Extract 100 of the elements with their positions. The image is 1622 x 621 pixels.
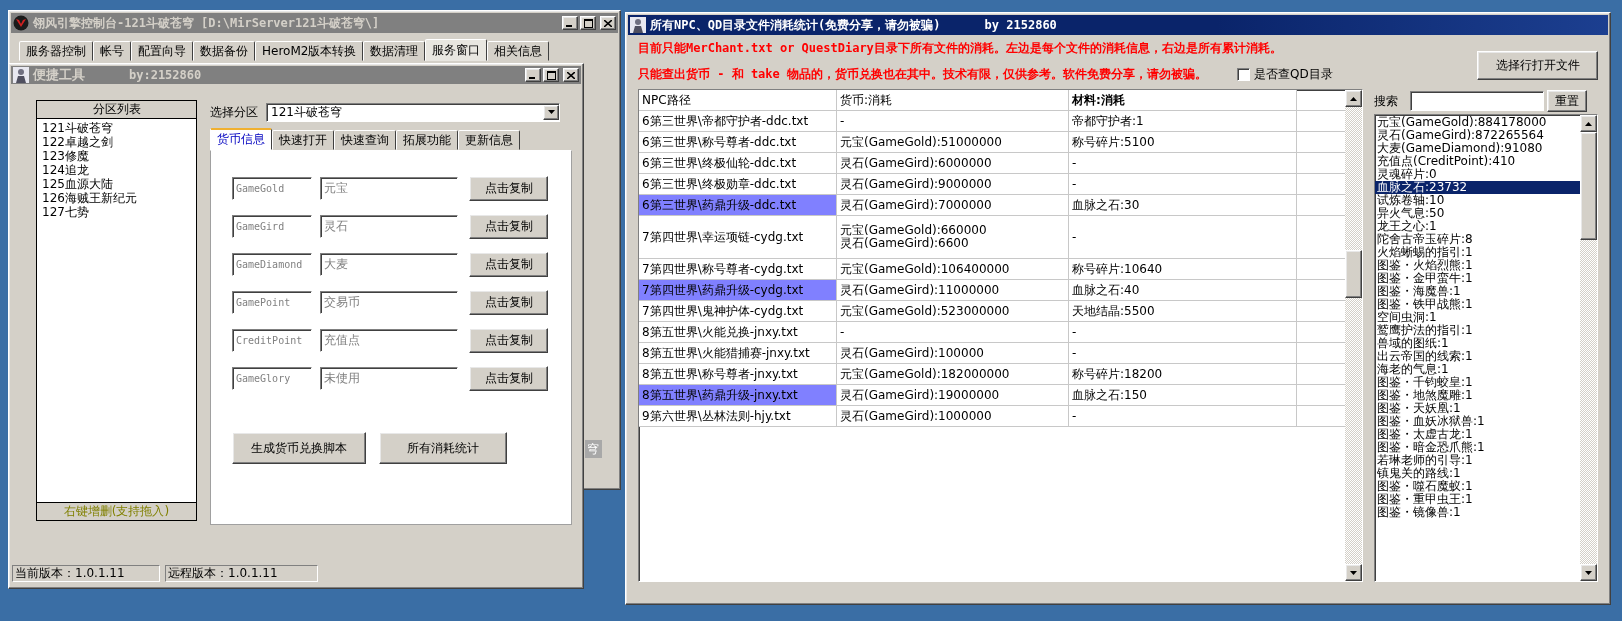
maximize-button[interactable] [543, 68, 559, 82]
table-cell[interactable]: 6第三世界\称号尊者-ddc.txt [639, 132, 837, 153]
list-item[interactable]: 空间虫洞:1 [1375, 311, 1580, 324]
tab[interactable]: 拓展功能 [396, 130, 458, 150]
minimize-button[interactable] [525, 68, 541, 82]
name-field[interactable]: 充值点 [320, 329, 458, 352]
close-button[interactable] [600, 16, 616, 30]
list-item[interactable]: 元宝(GameGold):884178000 [1375, 116, 1580, 129]
minimize-button[interactable] [562, 16, 578, 30]
table-cell[interactable]: 8第五世界\火能兑换-jnxy.txt [639, 322, 837, 343]
tab[interactable]: HeroM2版本转换 [255, 41, 364, 61]
table-cell[interactable]: 6第三世界\终极仙轮-ddc.txt [639, 153, 837, 174]
copy-button[interactable]: 点击复制 [469, 290, 548, 315]
scrollbar[interactable] [1580, 115, 1597, 581]
key-field[interactable]: GameGlory [232, 367, 312, 390]
scrollbar[interactable] [1345, 90, 1362, 581]
list-item[interactable]: 图鉴・铁甲战熊:1 [1375, 298, 1580, 311]
list-item[interactable]: 若琳老师的引导:1 [1375, 454, 1580, 467]
scroll-up-button[interactable] [1345, 90, 1362, 107]
list-item[interactable]: 123修魔 [42, 149, 191, 163]
checkbox[interactable] [1237, 67, 1251, 81]
reset-button[interactable]: 重置 [1547, 90, 1587, 112]
list-item[interactable]: 127七势 [42, 205, 191, 219]
open-file-button[interactable]: 选择行打开文件 [1477, 51, 1598, 80]
list-item[interactable]: 124追龙 [42, 163, 191, 177]
list-item[interactable]: 陀舍古帝玉碎片:8 [1375, 233, 1580, 246]
table-cell[interactable]: 6第三世界\终极勋章-ddc.txt [639, 174, 837, 195]
scroll-thumb[interactable] [1345, 250, 1362, 298]
close-button[interactable] [563, 68, 579, 82]
maximize-button[interactable] [580, 16, 596, 30]
search-field[interactable] [1410, 91, 1544, 111]
tab[interactable]: 快速打开 [272, 130, 334, 150]
key-field[interactable]: GamePoint [232, 291, 312, 314]
table-cell[interactable]: 8第五世界\称号尊者-jnxy.txt [639, 364, 837, 385]
list-item[interactable]: 图鉴・镜像兽:1 [1375, 506, 1580, 519]
header-cell[interactable]: 货币:消耗 [837, 90, 1069, 111]
tab[interactable]: 帐号 [93, 41, 131, 61]
list-item[interactable]: 图鉴・天妖凰:1 [1375, 402, 1580, 415]
action-button[interactable]: 生成货币兑换脚本 [232, 432, 366, 464]
list-item[interactable]: 试炼卷轴:10 [1375, 194, 1580, 207]
scroll-down-button[interactable] [1580, 564, 1597, 581]
action-button[interactable]: 所有消耗统计 [379, 432, 507, 464]
copy-button[interactable]: 点击复制 [469, 366, 548, 391]
list-item[interactable]: 图鉴・地煞魔雕:1 [1375, 389, 1580, 402]
tab[interactable]: 数据清理 [363, 41, 426, 61]
list-item[interactable]: 125血源大陆 [42, 177, 191, 191]
tab[interactable]: 相关信息 [487, 41, 550, 61]
table-cell[interactable]: 7第四世界\幸运项链-cydg.txt [639, 216, 837, 259]
name-field[interactable]: 未使用 [320, 367, 458, 390]
header-cell[interactable]: 材料:消耗 [1069, 90, 1297, 111]
scroll-thumb[interactable] [1580, 132, 1597, 240]
copy-button[interactable]: 点击复制 [469, 176, 548, 201]
tab[interactable]: 快速查询 [334, 130, 396, 150]
list-item[interactable]: 图鉴・血妖冰狱兽:1 [1375, 415, 1580, 428]
key-field[interactable]: GameGird [232, 215, 312, 238]
table-cell[interactable]: 6第三世界\药鼎升级-ddc.txt [639, 195, 837, 216]
key-field[interactable]: GameDiamond [232, 253, 312, 276]
table-cell[interactable]: 8第五世界\药鼎升级-jnxy.txt [639, 385, 837, 406]
list-item[interactable]: 出云帝国的线索:1 [1375, 350, 1580, 363]
list-item[interactable]: 图鉴・千钧蛟皇:1 [1375, 376, 1580, 389]
list-item[interactable]: 图鉴・火焰烈熊:1 [1375, 259, 1580, 272]
list-item[interactable]: 图鉴・太虚古龙:1 [1375, 428, 1580, 441]
list-item[interactable]: 图鉴・噬石魔蚁:1 [1375, 480, 1580, 493]
tab[interactable]: 更新信息 [458, 130, 520, 150]
list-item[interactable]: 血脉之石:23732 [1375, 181, 1580, 194]
scroll-down-button[interactable] [1345, 564, 1362, 581]
list-item[interactable]: 鹫鹰护法的指引:1 [1375, 324, 1580, 337]
table-cell[interactable]: 7第四世界\药鼎升级-cydg.txt [639, 280, 837, 301]
table-cell[interactable]: 7第四世界\鬼神护体-cydg.txt [639, 301, 837, 322]
tab[interactable]: 服务窗口 [425, 39, 488, 61]
tab[interactable]: 配置向导 [131, 41, 193, 61]
table-cell[interactable]: 7第四世界\称号尊者-cydg.txt [639, 259, 837, 280]
table-cell[interactable]: 6第三世界\帝都守护者-ddc.txt [639, 111, 837, 132]
scroll-up-button[interactable] [1580, 115, 1597, 132]
tab[interactable]: 服务器控制 [19, 41, 93, 61]
header-cell[interactable]: NPC路径 [639, 90, 837, 111]
list-item[interactable]: 海老的气息:1 [1375, 363, 1580, 376]
name-field[interactable]: 大麦 [320, 253, 458, 276]
copy-button[interactable]: 点击复制 [469, 214, 548, 239]
list-item[interactable]: 灵魂碎片:0 [1375, 168, 1580, 181]
tab[interactable]: 货币信息 [210, 128, 272, 150]
table-cell[interactable]: 8第五世界\火能猎捕赛-jnxy.txt [639, 343, 837, 364]
tab[interactable]: 数据备份 [193, 41, 255, 61]
list-item[interactable]: 122卓越之剑 [42, 135, 191, 149]
key-field[interactable]: GameGold [232, 177, 312, 200]
list-item[interactable]: 图鉴・暗金恐爪熊:1 [1375, 441, 1580, 454]
list-item[interactable]: 火焰蜥蜴的指引:1 [1375, 246, 1580, 259]
list-item[interactable]: 126海贼王新纪元 [42, 191, 191, 205]
name-field[interactable]: 元宝 [320, 177, 458, 200]
list-item[interactable]: 异火气息:50 [1375, 207, 1580, 220]
list-item[interactable]: 图鉴・金甲蛮牛:1 [1375, 272, 1580, 285]
table-cell[interactable]: 9第六世界\丛林法则-hjy.txt [639, 406, 837, 427]
list-item[interactable]: 大麦(GameDiamond):91080 [1375, 142, 1580, 155]
name-field[interactable]: 灵石 [320, 215, 458, 238]
copy-button[interactable]: 点击复制 [469, 252, 548, 277]
list-item[interactable]: 灵石(GameGird):872265564 [1375, 129, 1580, 142]
list-item[interactable]: 兽域的图纸:1 [1375, 337, 1580, 350]
list-item[interactable]: 龙王之心:1 [1375, 220, 1580, 233]
list-item[interactable]: 镇鬼关的路线:1 [1375, 467, 1580, 480]
list-item[interactable]: 图鉴・海魔兽:1 [1375, 285, 1580, 298]
